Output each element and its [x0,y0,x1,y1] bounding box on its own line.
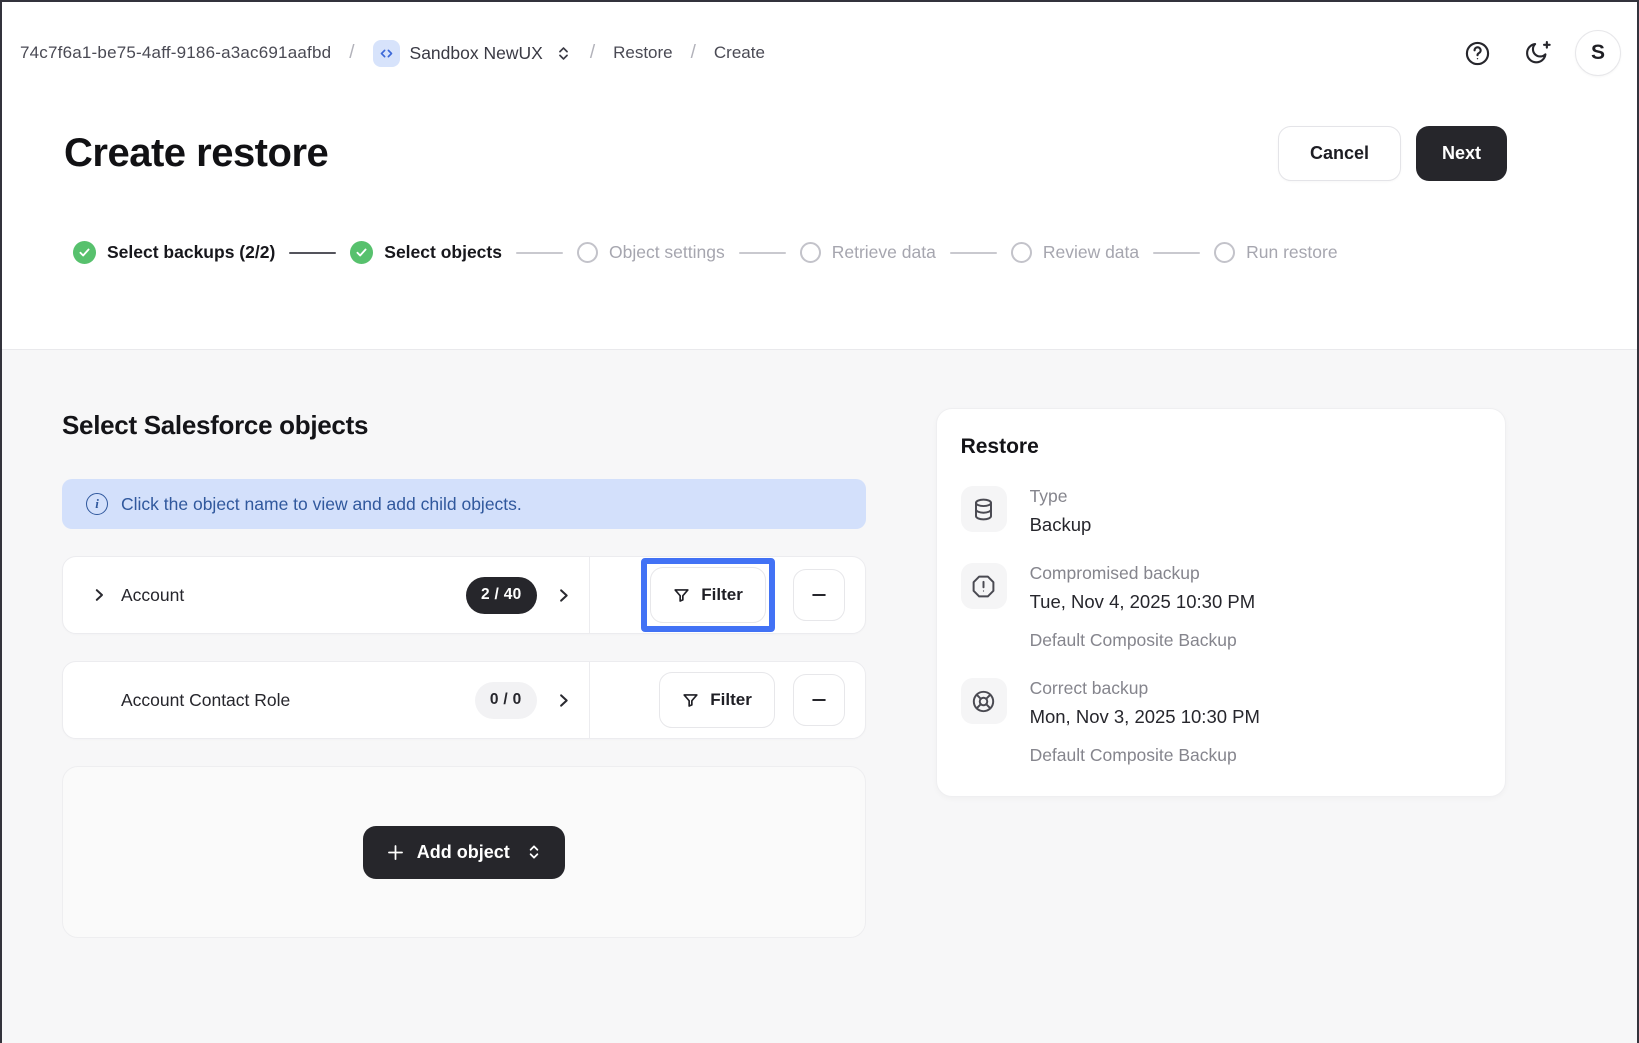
next-button[interactable]: Next [1416,126,1507,181]
step-review-data: Review data [1011,242,1139,263]
step-run-restore: Run restore [1214,242,1337,263]
object-row-account: Account 2 / 40 Filter [62,556,866,634]
step-connector [950,252,997,254]
step-retrieve-data: Retrieve data [800,242,936,263]
funnel-icon [672,586,691,605]
selected-count-badge: 0 / 0 [475,682,537,719]
section-heading: Select Salesforce objects [62,410,866,441]
add-object-button[interactable]: Add object [363,826,565,879]
objects-section: Select Salesforce objects i Click the ob… [62,408,866,938]
add-object-card: Add object [62,766,866,938]
step-label: Run restore [1246,242,1337,263]
item-label: Type [1030,486,1092,507]
step-label: Retrieve data [832,242,936,263]
step-select-objects[interactable]: Select objects [350,241,502,264]
step-object-settings: Object settings [577,242,725,263]
database-icon [961,486,1007,532]
title-actions: Cancel Next [1278,126,1507,181]
item-subtext: Default Composite Backup [1030,630,1256,651]
wizard-stepper: Select backups (2/2) Select objects Obje… [2,241,1637,264]
breadcrumb: 74c7f6a1-be75-4aff-9186-a3ac691aafbd / S… [20,40,765,67]
funnel-icon [681,691,700,710]
page-title: Create restore [64,131,328,176]
empty-circle-icon [1011,242,1032,263]
step-connector [739,252,786,254]
breadcrumb-separator: / [691,42,696,64]
breadcrumb-separator: / [590,42,595,64]
filter-button[interactable]: Filter [650,567,766,623]
step-label: Select backups (2/2) [107,242,275,263]
step-connector [1153,252,1200,254]
plus-icon [385,842,406,863]
object-row-account-contact-role: Account Contact Role 0 / 0 Filter [62,661,866,739]
step-label: Select objects [384,242,502,263]
breadcrumb-restore[interactable]: Restore [613,43,673,63]
main-content: Select Salesforce objects i Click the ob… [2,350,1637,1043]
compromised-backup-item: Compromised backup Tue, Nov 4, 2025 10:3… [961,563,1477,651]
info-banner: i Click the object name to view and add … [62,479,866,529]
chevron-up-down-icon [525,843,543,861]
step-select-backups[interactable]: Select backups (2/2) [73,241,275,264]
item-subtext: Default Composite Backup [1030,745,1260,766]
step-label: Review data [1043,242,1139,263]
expand-chevron-icon[interactable] [90,586,108,604]
object-name[interactable]: Account [121,585,184,606]
topbar-actions: S [1455,30,1621,76]
item-value: Tue, Nov 4, 2025 10:30 PM [1030,591,1256,613]
chevron-right-icon[interactable] [554,586,573,605]
check-circle-icon [73,241,96,264]
empty-circle-icon [1214,242,1235,263]
empty-circle-icon [800,242,821,263]
correct-backup-item: Correct backup Mon, Nov 3, 2025 10:30 PM… [961,678,1477,766]
title-row: Create restore Cancel Next [2,126,1637,181]
cancel-button[interactable]: Cancel [1278,126,1401,181]
item-label: Compromised backup [1030,563,1256,584]
step-connector [289,252,336,254]
empty-circle-icon [577,242,598,263]
item-value: Backup [1030,514,1092,536]
restore-type-item: Type Backup [961,486,1477,536]
environment-name: Sandbox NewUX [410,43,543,64]
info-icon: i [86,493,108,515]
topbar: 74c7f6a1-be75-4aff-9186-a3ac691aafbd / S… [2,2,1637,76]
item-label: Correct backup [1030,678,1260,699]
filter-button[interactable]: Filter [659,672,775,728]
alert-octagon-icon [961,563,1007,609]
code-icon [373,40,400,67]
step-connector [516,252,563,254]
object-row-main: Account 2 / 40 [63,557,589,633]
dark-mode-moon-icon[interactable] [1515,31,1559,75]
object-row-main: Account Contact Role 0 / 0 [63,662,589,738]
item-value: Mon, Nov 3, 2025 10:30 PM [1030,706,1260,728]
remove-object-button[interactable] [793,569,845,621]
selected-count-badge: 2 / 40 [466,577,537,614]
lifebuoy-icon [961,678,1007,724]
info-banner-text: Click the object name to view and add ch… [121,494,522,515]
panel-heading: Restore [961,435,1477,459]
minus-icon [809,690,829,710]
object-row-actions: Filter [589,557,865,633]
restore-summary-panel: Restore Type Backup Compromised backup T… [936,408,1506,797]
help-icon[interactable] [1455,31,1499,75]
remove-object-button[interactable] [793,674,845,726]
chevron-up-down-icon [555,45,572,62]
page-header: 74c7f6a1-be75-4aff-9186-a3ac691aafbd / S… [2,2,1637,350]
check-circle-icon [350,241,373,264]
chevron-right-icon[interactable] [554,691,573,710]
object-row-actions: Filter [589,662,865,738]
minus-icon [809,585,829,605]
filter-highlight-box: Filter [641,558,775,632]
object-name[interactable]: Account Contact Role [121,690,290,711]
breadcrumb-create: Create [714,43,765,63]
breadcrumb-separator: / [349,42,354,64]
environment-selector[interactable]: Sandbox NewUX [373,40,572,67]
avatar-initial: S [1591,41,1605,65]
user-avatar[interactable]: S [1575,30,1621,76]
breadcrumb-org-id[interactable]: 74c7f6a1-be75-4aff-9186-a3ac691aafbd [20,43,331,63]
step-label: Object settings [609,242,725,263]
